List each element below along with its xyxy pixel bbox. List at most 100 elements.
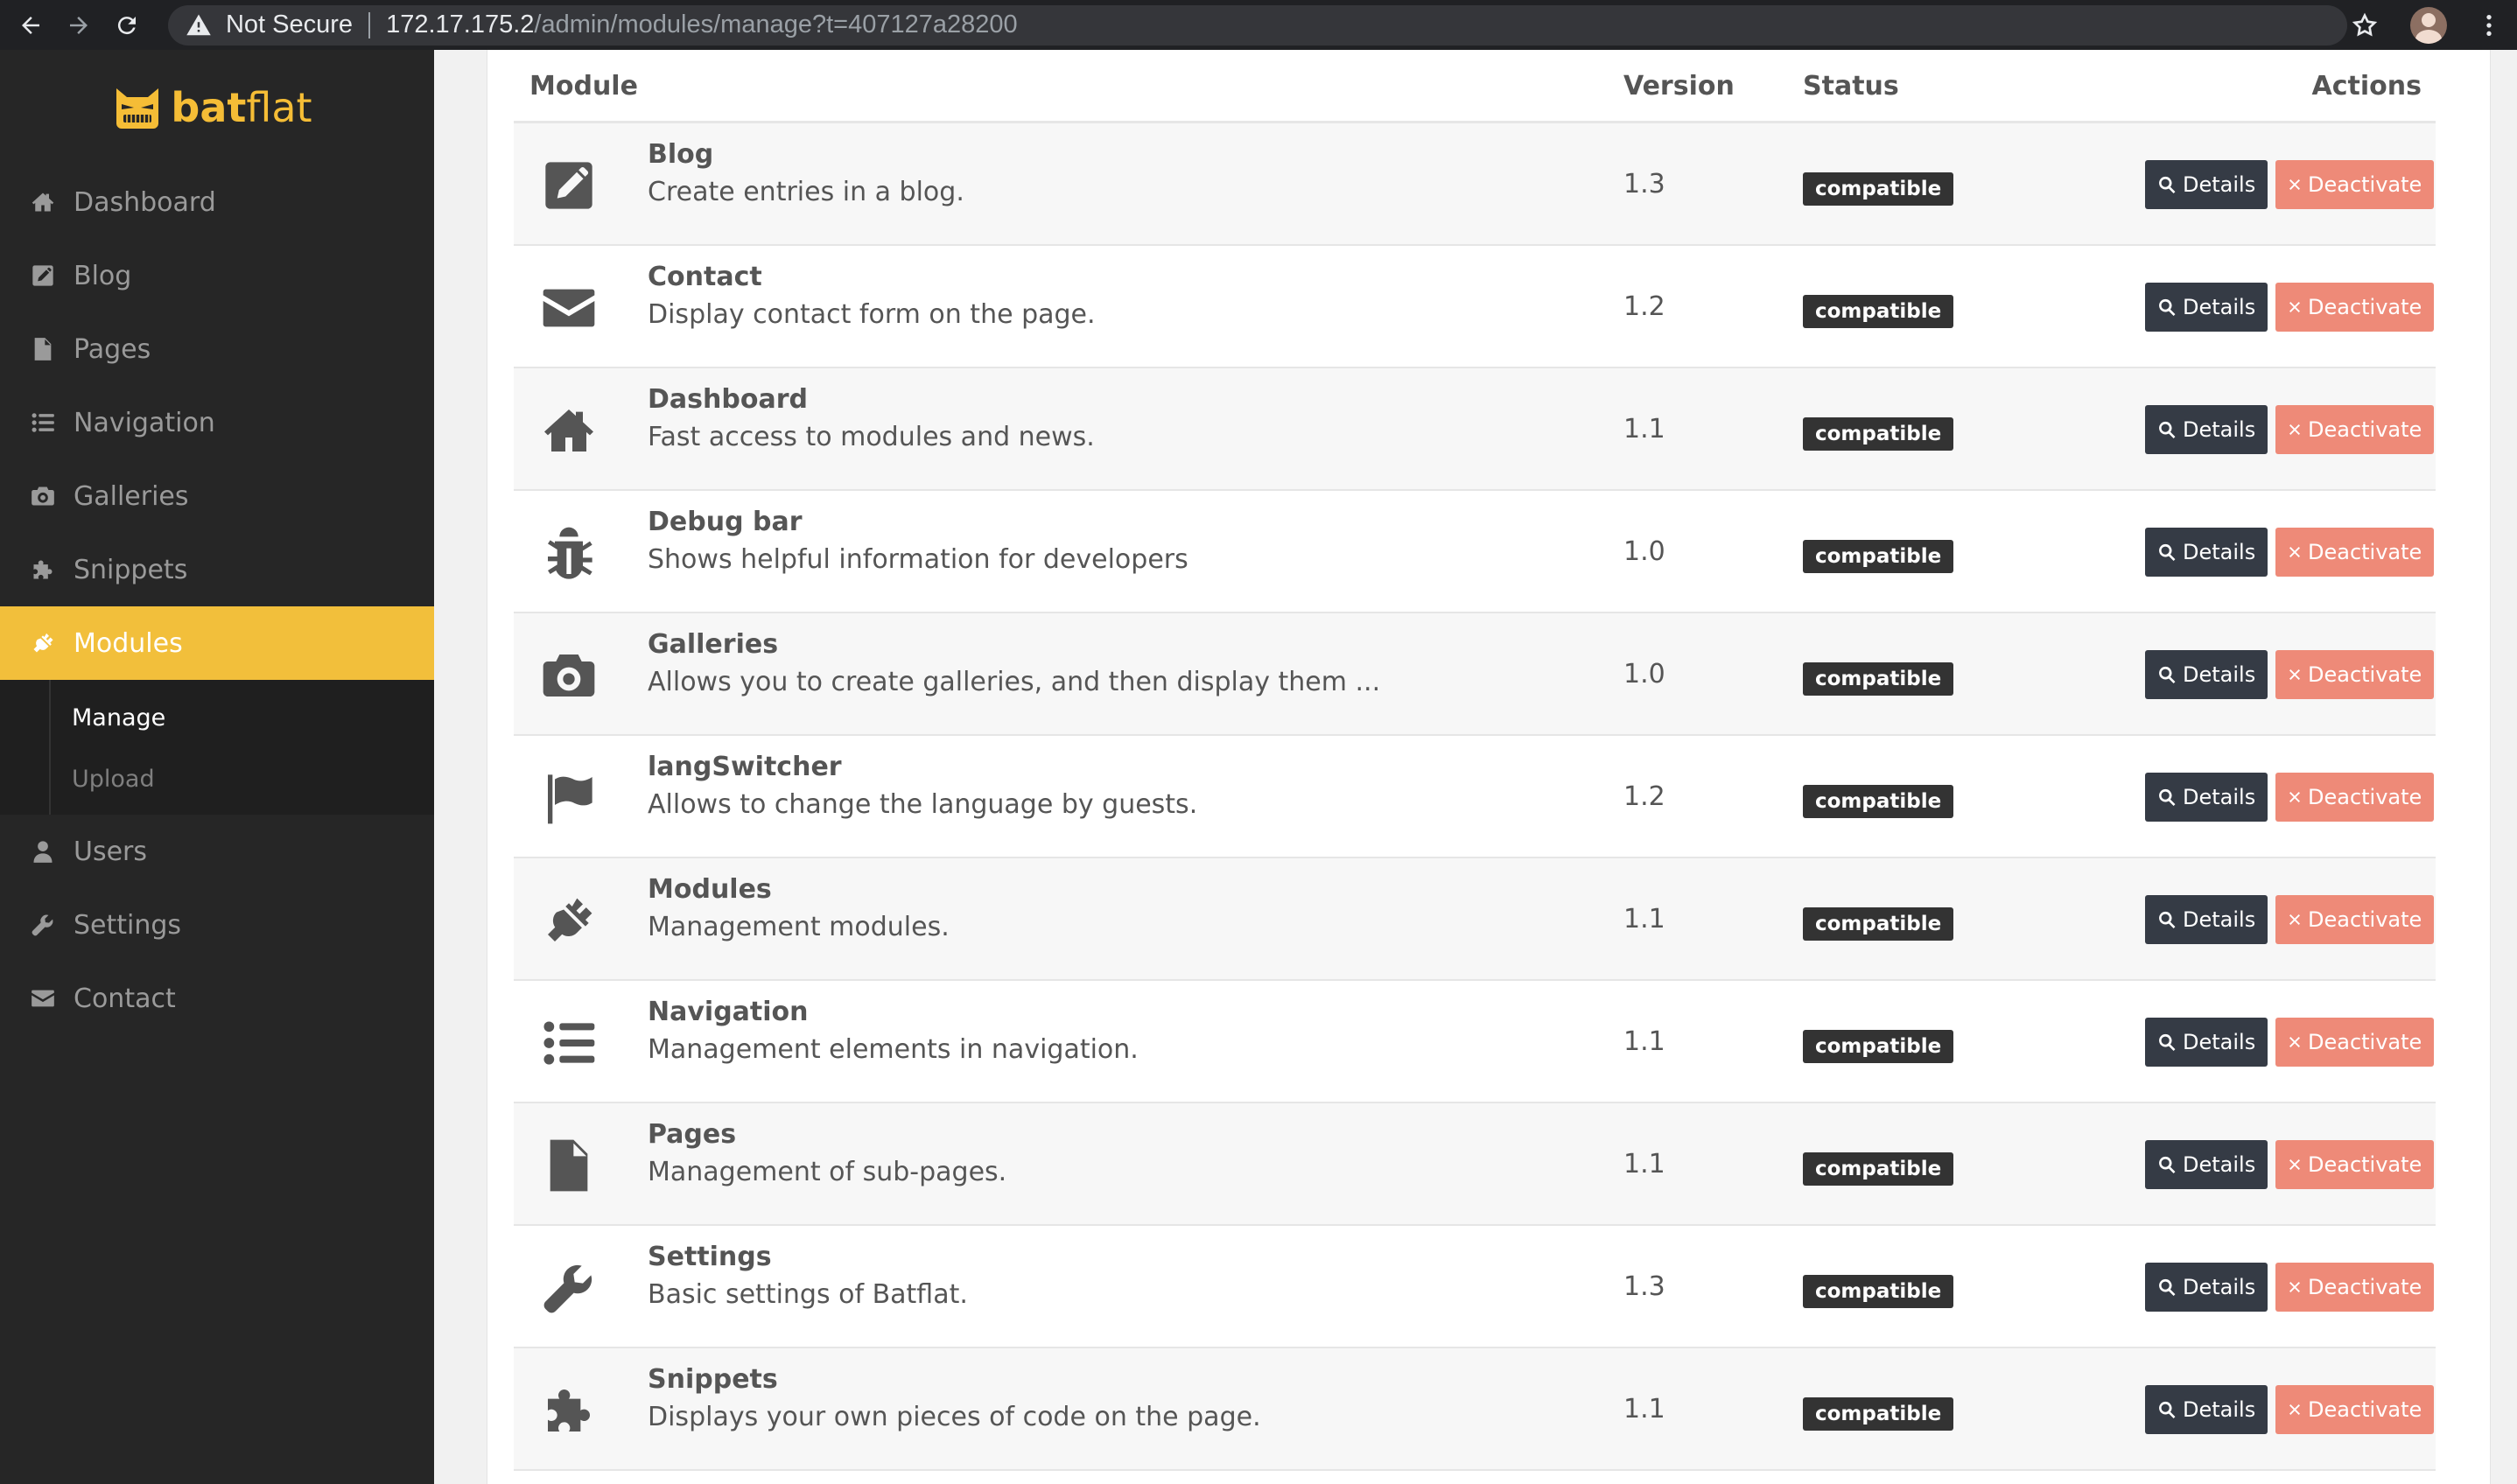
deactivate-button[interactable]: Deactivate bbox=[2275, 1140, 2435, 1189]
brand-name-part: bat bbox=[171, 84, 247, 131]
deactivate-button[interactable]: Deactivate bbox=[2275, 1263, 2435, 1312]
user-icon bbox=[30, 838, 56, 864]
status-badge: compatible bbox=[1803, 785, 1954, 818]
module-description: Allows you to create galleries, and then… bbox=[648, 667, 1381, 697]
deactivate-button[interactable]: Deactivate bbox=[2275, 650, 2435, 699]
deactivate-button[interactable]: Deactivate bbox=[2275, 1018, 2435, 1067]
deactivate-button[interactable]: Deactivate bbox=[2275, 160, 2435, 209]
address-bar[interactable]: Not Secure 172.17.175.2/admin/modules/ma… bbox=[167, 4, 2347, 46]
module-description: Allows to change the language by guests. bbox=[648, 789, 1198, 820]
module-version: 1.3 bbox=[1623, 1271, 1665, 1302]
module-version: 1.1 bbox=[1623, 1394, 1665, 1424]
url-host: 172.17.175.2 bbox=[386, 10, 535, 38]
sidebar-item-settings[interactable]: Settings bbox=[0, 888, 434, 962]
details-button-label: Details bbox=[2183, 295, 2256, 319]
list-icon bbox=[30, 410, 56, 436]
details-button[interactable]: Details bbox=[2145, 895, 2268, 944]
list-icon bbox=[540, 1014, 598, 1072]
bug-icon bbox=[540, 524, 598, 582]
table-row: langSwitcher Allows to change the languag… bbox=[514, 736, 2436, 858]
module-description: Management elements in navigation. bbox=[648, 1034, 1139, 1065]
sidebar-item-users[interactable]: Users bbox=[0, 815, 434, 888]
search-icon bbox=[2157, 665, 2177, 684]
search-icon bbox=[2157, 420, 2177, 439]
sidebar: batflat Dashboard Blog Pages Navigation … bbox=[0, 50, 434, 1484]
reload-icon[interactable] bbox=[109, 7, 145, 44]
submenu-item-upload[interactable]: Upload bbox=[0, 748, 434, 809]
sidebar-item-contact[interactable]: Contact bbox=[0, 962, 434, 1035]
sidebar-item-blog[interactable]: Blog bbox=[0, 239, 434, 312]
sidebar-item-label: Users bbox=[74, 836, 148, 867]
status-badge: compatible bbox=[1803, 1397, 1954, 1431]
details-button-label: Details bbox=[2183, 1152, 2256, 1177]
search-icon bbox=[2157, 1278, 2177, 1297]
close-icon bbox=[2288, 1403, 2302, 1417]
sidebar-item-pages[interactable]: Pages bbox=[0, 312, 434, 386]
sidebar-item-snippets[interactable]: Snippets bbox=[0, 533, 434, 606]
details-button[interactable]: Details bbox=[2145, 1018, 2268, 1067]
table-row: Navigation Management elements in navigat… bbox=[514, 981, 2436, 1103]
sidebar-item-navigation[interactable]: Navigation bbox=[0, 386, 434, 459]
brand-logo-link[interactable]: batflat bbox=[0, 50, 434, 165]
module-description: Basic settings of Batflat. bbox=[648, 1279, 968, 1310]
deactivate-button[interactable]: Deactivate bbox=[2275, 895, 2435, 944]
sidebar-item-dashboard[interactable]: Dashboard bbox=[0, 165, 434, 239]
module-version: 1.0 bbox=[1623, 659, 1665, 690]
details-button[interactable]: Details bbox=[2145, 160, 2268, 209]
sidebar-item-modules[interactable]: Modules bbox=[0, 606, 434, 680]
details-button[interactable]: Details bbox=[2145, 1140, 2268, 1189]
warning-icon bbox=[186, 14, 211, 35]
table-row: Snippets Displays your own pieces of code… bbox=[514, 1348, 2436, 1471]
deactivate-button[interactable]: Deactivate bbox=[2275, 1385, 2435, 1434]
details-button-label: Details bbox=[2183, 540, 2256, 564]
details-button[interactable]: Details bbox=[2145, 773, 2268, 822]
camera-icon bbox=[540, 647, 598, 704]
column-header-version: Version bbox=[1623, 71, 1735, 102]
deactivate-button[interactable]: Deactivate bbox=[2275, 405, 2435, 454]
module-title: Blog bbox=[648, 139, 714, 170]
details-button[interactable]: Details bbox=[2145, 283, 2268, 332]
submenu-item-manage[interactable]: Manage bbox=[0, 687, 434, 748]
details-button-label: Details bbox=[2183, 172, 2256, 197]
details-button-label: Details bbox=[2183, 662, 2256, 687]
flag-icon bbox=[540, 769, 598, 827]
sidebar-item-label: Snippets bbox=[74, 554, 188, 585]
column-header-actions: Actions bbox=[2311, 71, 2422, 102]
sidebar-item-label: Pages bbox=[74, 333, 151, 365]
profile-avatar[interactable] bbox=[2410, 6, 2447, 44]
bookmark-star-icon[interactable] bbox=[2347, 8, 2382, 43]
module-title: Dashboard bbox=[648, 384, 808, 415]
module-description: Create entries in a blog. bbox=[648, 177, 964, 207]
details-button[interactable]: Details bbox=[2145, 528, 2268, 577]
table-row: Contact Display contact form on the page.… bbox=[514, 246, 2436, 368]
details-button[interactable]: Details bbox=[2145, 650, 2268, 699]
forward-icon[interactable] bbox=[60, 7, 96, 44]
table-row: Pages Management of sub-pages. 1.1 compatib… bbox=[514, 1103, 2436, 1226]
security-label: Not Secure bbox=[225, 10, 354, 38]
module-description: Management modules. bbox=[648, 912, 950, 942]
sidebar-item-label: Navigation bbox=[74, 407, 215, 438]
envelope-icon bbox=[30, 985, 56, 1012]
table-row: Debug bar Shows helpful information for d… bbox=[514, 491, 2436, 613]
details-button[interactable]: Details bbox=[2145, 405, 2268, 454]
back-icon[interactable] bbox=[12, 7, 48, 44]
deactivate-button-label: Deactivate bbox=[2308, 785, 2422, 809]
sidebar-item-label: Galleries bbox=[74, 480, 189, 512]
sidebar-item-galleries[interactable]: Galleries bbox=[0, 459, 434, 533]
puzzle-icon bbox=[540, 1382, 598, 1439]
batflat-logo-icon bbox=[116, 88, 159, 129]
deactivate-button[interactable]: Deactivate bbox=[2275, 773, 2435, 822]
sidebar-item-label: Blog bbox=[74, 260, 132, 291]
close-icon bbox=[2288, 423, 2302, 437]
close-icon bbox=[2288, 668, 2302, 682]
module-title: Snippets bbox=[648, 1364, 778, 1395]
details-button-label: Details bbox=[2183, 785, 2256, 809]
kebab-menu-icon[interactable] bbox=[2471, 8, 2506, 43]
deactivate-button[interactable]: Deactivate bbox=[2275, 528, 2435, 577]
module-title: langSwitcher bbox=[648, 752, 842, 782]
deactivate-button[interactable]: Deactivate bbox=[2275, 283, 2435, 332]
details-button[interactable]: Details bbox=[2145, 1263, 2268, 1312]
module-description: Management of sub-pages. bbox=[648, 1157, 1007, 1187]
details-button[interactable]: Details bbox=[2145, 1385, 2268, 1434]
module-version: 1.1 bbox=[1623, 904, 1665, 934]
